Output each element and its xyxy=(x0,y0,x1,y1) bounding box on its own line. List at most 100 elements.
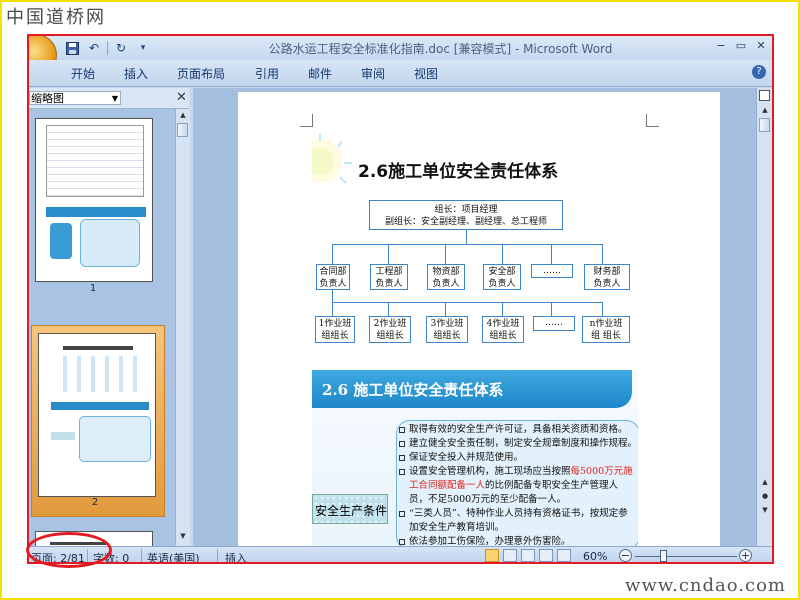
connector xyxy=(502,244,503,264)
dept-box-materials: 物资部 负责人 xyxy=(427,264,465,290)
select-browse-object-icon[interactable]: ● xyxy=(760,492,770,502)
scroll-up-icon[interactable]: ▲ xyxy=(760,106,770,116)
team-box-2: 2作业班 组组长 xyxy=(369,316,411,343)
leader-box: 组长：项目经理 副组长：安全副经理、副经理、总工程师 xyxy=(369,200,563,230)
team-label: 3作业班 xyxy=(430,319,464,329)
save-icon[interactable] xyxy=(63,39,81,57)
previous-page-icon[interactable]: ▲ xyxy=(760,478,770,488)
tab-review[interactable]: 审阅 xyxy=(361,65,385,82)
bullet-icon xyxy=(399,441,405,447)
scroll-down-icon[interactable]: ▼ xyxy=(178,532,188,542)
scroll-up-icon[interactable]: ▲ xyxy=(178,111,188,121)
print-layout-view-icon[interactable] xyxy=(485,549,499,562)
tab-page-layout[interactable]: 页面布局 xyxy=(177,65,225,82)
dept-label: 负责人 xyxy=(375,279,403,289)
doc-scroll-thumb[interactable] xyxy=(759,118,770,132)
team-label: 组组长 xyxy=(489,331,517,341)
customize-qat-icon[interactable]: ▾ xyxy=(134,39,152,57)
tab-view[interactable]: 视图 xyxy=(414,65,438,82)
page-thumbnail-1[interactable] xyxy=(35,118,153,282)
zoom-level[interactable]: 60% xyxy=(583,550,607,562)
thumbnail-org-chart xyxy=(53,356,143,392)
team-box-1: 1作业班 组组长 xyxy=(315,316,355,343)
thumbnail-title xyxy=(63,346,133,350)
tab-references[interactable]: 引用 xyxy=(255,65,279,82)
leader-line-2: 副组长：安全副经理、副经理、总工程师 xyxy=(384,217,547,227)
page-thumbnail-2[interactable] xyxy=(38,333,156,497)
document-scrollbar[interactable]: ▲ ▲ ● ▼ xyxy=(756,88,772,546)
site-url: www.cndao.com xyxy=(625,575,786,596)
team-label: 组组长 xyxy=(321,331,349,341)
dept-label: 安全部 xyxy=(488,267,516,277)
connector xyxy=(551,302,552,316)
chevron-down-icon: ▼ xyxy=(111,94,118,103)
connector xyxy=(388,244,389,264)
tab-insert[interactable]: 插入 xyxy=(124,65,148,82)
team-label: n作业班 xyxy=(589,319,623,329)
zoom-in-button[interactable]: + xyxy=(739,549,752,562)
condition-item: 建立健全安全责任制，制定安全规章制度和操作规程。 xyxy=(399,437,638,451)
help-icon[interactable]: ? xyxy=(752,65,766,79)
document-area[interactable]: 2.6施工单位安全责任体系 组长：项目经理 副组长：安全副经理、副经理、总工程师… xyxy=(193,88,756,546)
bullet-icon xyxy=(399,539,405,545)
tab-home[interactable]: 开始 xyxy=(71,65,95,82)
bullet-icon xyxy=(399,455,405,461)
thumbnail-banner xyxy=(51,402,149,410)
team-box-n: n作业班组 组长 xyxy=(582,316,630,343)
web-layout-icon[interactable] xyxy=(521,549,535,562)
dept-label: 工程部 xyxy=(375,267,403,277)
team-box-more: …… xyxy=(533,316,575,331)
tab-mailings[interactable]: 邮件 xyxy=(308,65,332,82)
dept-box-engineering: 工程部 负责人 xyxy=(370,264,408,290)
connector xyxy=(502,302,503,316)
thumbnail-banner xyxy=(46,207,146,217)
minimize-button[interactable]: − xyxy=(714,38,728,54)
condition-text: 取得有效的安全生产许可证，具备相关资质和资格。 xyxy=(409,424,628,435)
condition-item: 保证安全投入并规范使用。 xyxy=(399,451,637,465)
thumbnail-list: 1 2 xyxy=(29,109,175,546)
dept-box-safety: 安全部 负责人 xyxy=(483,264,521,290)
dept-box-finance: 财务部 负责人 xyxy=(584,264,630,290)
annotation-ellipse xyxy=(26,532,112,568)
bullet-icon xyxy=(399,469,405,475)
draft-view-icon[interactable] xyxy=(557,549,571,562)
thumbnail-tile xyxy=(50,223,72,259)
nav-view-select[interactable]: 缩略图 ▼ xyxy=(29,91,121,105)
zoom-slider-track[interactable] xyxy=(635,556,737,557)
outline-view-icon[interactable] xyxy=(539,549,553,562)
condition-text: 建立健全安全责任制，制定安全规章制度和操作规程。 xyxy=(409,438,638,449)
condition-text: “三类人员”、特种作业人员持有资格证书，按规定参加安全生产教育培训。 xyxy=(409,508,628,533)
dept-label: 财务部 xyxy=(593,267,621,277)
title-bar: ↶ ↻ ▾ 公路水运工程安全标准化指南.doc [兼容模式] - Microso… xyxy=(29,36,772,76)
language-indicator[interactable]: 英语(美国) xyxy=(147,550,200,562)
nav-scroll-thumb[interactable] xyxy=(177,123,188,137)
connector xyxy=(551,244,552,264)
nav-scrollbar[interactable]: ▲ ▼ xyxy=(175,109,190,546)
window-controls: − ▭ ✕ xyxy=(714,38,768,54)
dept-box-more: …… xyxy=(531,264,573,278)
insert-mode[interactable]: 插入 xyxy=(225,550,247,562)
nav-close-button[interactable]: ✕ xyxy=(176,90,187,105)
crop-mark xyxy=(300,114,313,127)
decorative-sun-graphic xyxy=(312,133,352,184)
slide-banner-title: 2.6 施工单位安全责任体系 xyxy=(322,381,504,399)
redo-icon[interactable]: ↻ xyxy=(112,39,130,57)
dept-label: …… xyxy=(543,266,561,276)
quick-access-toolbar: ↶ ↻ ▾ xyxy=(63,39,152,57)
thumbnail-number-1: 1 xyxy=(89,283,97,294)
team-label: 4作业班 xyxy=(486,319,520,329)
document-page[interactable]: 2.6施工单位安全责任体系 组长：项目经理 副组长：安全副经理、副经理、总工程师… xyxy=(238,92,720,546)
zoom-out-button[interactable]: − xyxy=(619,549,632,562)
maximize-button[interactable]: ▭ xyxy=(734,38,748,54)
undo-icon[interactable]: ↶ xyxy=(85,39,103,57)
status-separator xyxy=(141,549,142,562)
status-separator xyxy=(217,549,218,562)
view-ruler-icon[interactable] xyxy=(759,90,770,101)
status-bar: 页面: 2/81 字数: 0 英语(美国) 插入 60% − + xyxy=(29,546,772,562)
full-screen-reading-icon[interactable] xyxy=(503,549,517,562)
next-page-icon[interactable]: ▼ xyxy=(760,506,770,516)
thumbnail-number-2: 2 xyxy=(91,497,99,508)
close-button[interactable]: ✕ xyxy=(754,38,768,54)
tile-label: 安全生产条件 xyxy=(314,504,387,518)
zoom-slider-thumb[interactable] xyxy=(660,550,668,562)
